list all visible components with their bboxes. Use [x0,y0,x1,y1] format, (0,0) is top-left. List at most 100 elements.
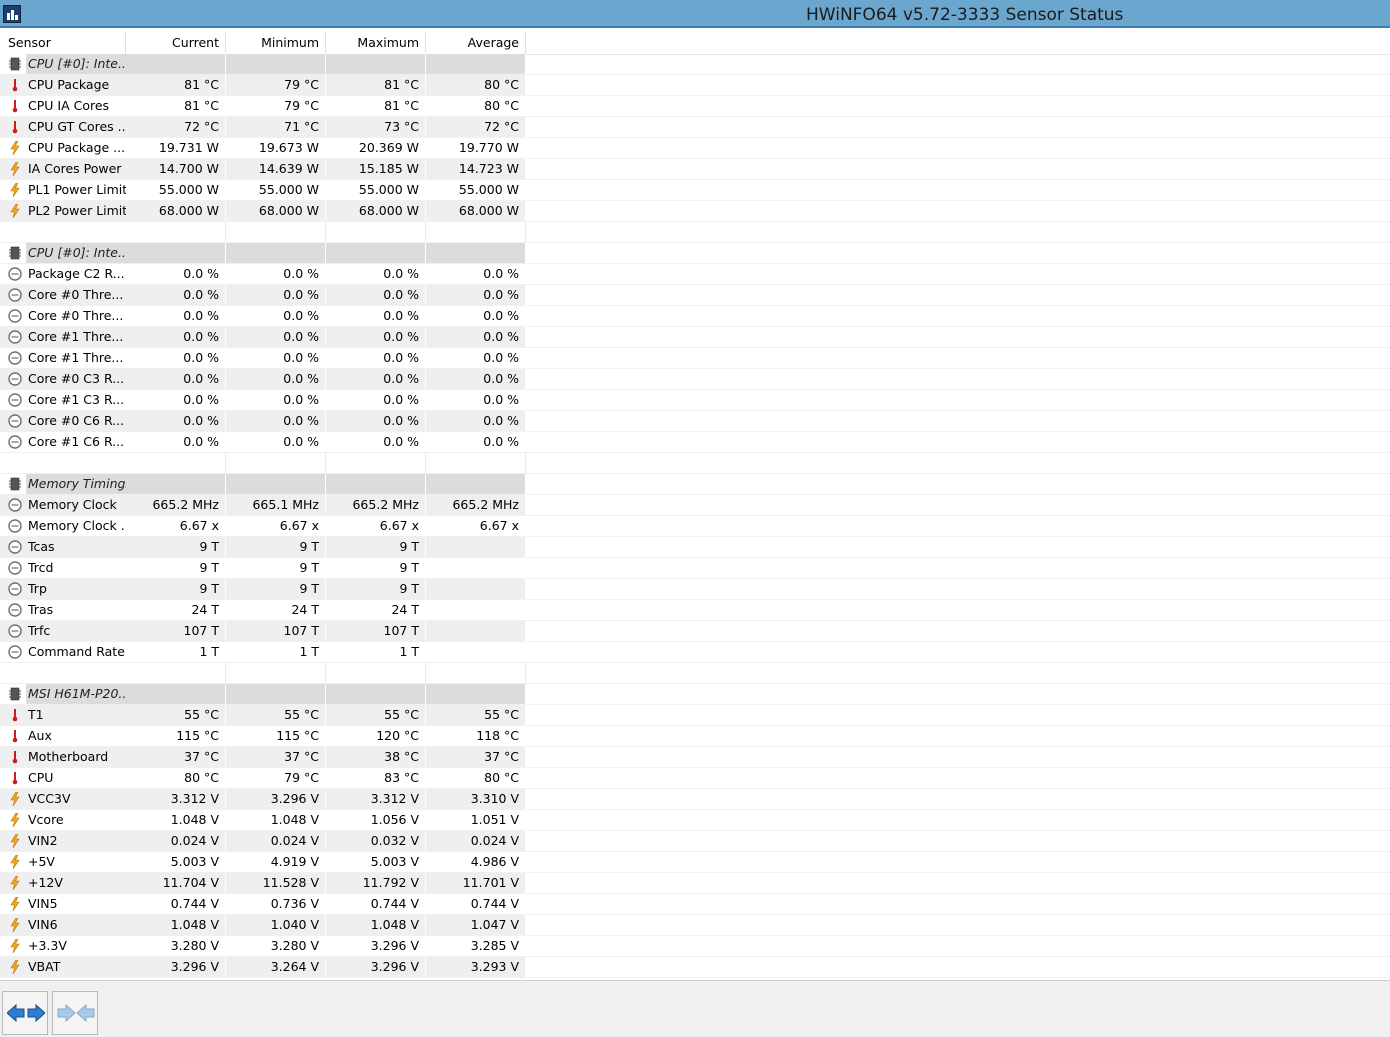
minimum-value: 9 T [226,537,326,557]
sensor-row[interactable]: Trfc 107 T 107 T 107 T [0,621,1390,642]
sensor-row[interactable]: Memory Clock 665.2 MHz 665.1 MHz 665.2 MHz 6… [0,495,1390,516]
column-maximum[interactable]: Maximum [326,32,426,54]
sensor-row[interactable]: T1 55 °C 55 °C 55 °C 55 °C [0,705,1390,726]
sensor-name-cell: VIN2 [0,831,126,851]
maximum-value: 0.0 % [326,285,426,305]
sensor-row[interactable]: PL2 Power Limit 68.000 W 68.000 W 68.000 W6… [0,201,1390,222]
thermometer-icon [12,730,18,743]
sensor-row[interactable]: PL1 Power Limit 55.000 W 55.000 W 55.000 W5… [0,180,1390,201]
minimum-value: 11.528 V [226,873,326,893]
expand-collapse-button[interactable] [2,991,48,1035]
maximum-value: 3.296 V [326,957,426,977]
sensor-row[interactable]: Core #1 C3 R... 0.0 % 0.0 % 0.0 % 0.0 % [0,390,1390,411]
sensor-name-cell: CPU Package ... [0,138,126,158]
column-minimum[interactable]: Minimum [226,32,326,54]
current-value: 80 °C [126,768,226,788]
sensor-row[interactable]: Trp 9 T9 T9 T [0,579,1390,600]
sensor-row[interactable]: Memory Clock ... 6.67 x 6.67 x 6.67 x 6.67 x [0,516,1390,537]
sensor-label: Motherboard [28,749,109,764]
sensor-row[interactable]: Core #1 Thre... 0.0 % 0.0 % 0.0 % 0.0 % [0,327,1390,348]
lightning-icon [10,204,20,218]
current-value: 0.0 % [126,369,226,389]
minimum-value: 79 °C [226,768,326,788]
sensor-label: MSI H61M-P20... [28,686,126,701]
sensor-group-row[interactable]: MSI H61M-P20... [0,684,1390,705]
sensor-row[interactable]: +5V 5.003 V 4.919 V 5.003 V 4.986 V [0,852,1390,873]
sensor-name-cell: Memory Timings [0,474,126,494]
sensor-row[interactable]: CPU Package ... 19.731 W 19.673 W 20.369 W1… [0,138,1390,159]
sensor-row[interactable]: VIN6 1.048 V 1.040 V 1.048 V 1.047 V [0,915,1390,936]
sensor-name-cell: CPU Package [0,75,126,95]
sensor-name-cell: Motherboard [0,747,126,767]
sensor-row[interactable]: Core #0 C3 R... 0.0 % 0.0 % 0.0 % 0.0 % [0,369,1390,390]
current-value: 9 T [126,558,226,578]
column-average[interactable]: Average [426,32,526,54]
lightning-icon [10,855,20,869]
sensor-row[interactable]: CPU Package 81 °C 79 °C 81 °C 80 °C [0,75,1390,96]
clock-icon [8,309,22,323]
maximum-value [326,54,426,74]
average-value: 4.986 V [426,852,526,872]
sensor-row[interactable]: VBAT 3.296 V 3.264 V 3.296 V 3.293 V [0,957,1390,978]
sensor-group-row[interactable]: CPU [#0]: Inte... [0,54,1390,75]
maximum-value: 24 T [326,600,426,620]
column-current[interactable]: Current [126,32,226,54]
spacer-row [0,222,1390,243]
sensor-row[interactable]: CPU GT Cores ... 72 °C 71 °C 73 °C 72 °C [0,117,1390,138]
lightning-icon [10,141,20,155]
clock-icon [8,540,22,554]
sensor-row[interactable]: Vcore 1.048 V 1.048 V 1.056 V 1.051 V [0,810,1390,831]
sensor-row[interactable]: Core #0 C6 R... 0.0 % 0.0 % 0.0 % 0.0 % [0,411,1390,432]
sensor-label: Core #1 C3 R... [28,392,125,407]
sensor-row[interactable]: VIN5 0.744 V 0.736 V 0.744 V 0.744 V [0,894,1390,915]
average-value: 1.051 V [426,810,526,830]
maximum-value [326,453,426,473]
sensor-label: Core #1 C6 R... [28,434,125,449]
current-value: 0.0 % [126,348,226,368]
sensor-label: T1 [28,707,44,722]
sensor-row[interactable]: VIN2 0.024 V 0.024 V 0.032 V 0.024 V [0,831,1390,852]
lightning-icon [10,183,20,197]
sensor-row[interactable]: +12V 11.704 V 11.528 V 11.792 V 11.701 V [0,873,1390,894]
sensor-label: Core #0 C6 R... [28,413,125,428]
clock-icon [8,330,22,344]
sensor-row[interactable]: +3.3V 3.280 V 3.280 V 3.296 V 3.285 V [0,936,1390,957]
spacer-row [0,663,1390,684]
sensor-row[interactable]: Package C2 R... 0.0 % 0.0 % 0.0 % 0.0 % [0,264,1390,285]
clock-icon [8,351,22,365]
sensor-group-row[interactable]: CPU [#0]: Inte... [0,243,1390,264]
reset-layout-button[interactable] [52,991,98,1035]
sensor-row[interactable]: Motherboard 37 °C 37 °C 38 °C 37 °C [0,747,1390,768]
sensor-row[interactable]: Core #1 Thre... 0.0 % 0.0 % 0.0 % 0.0 % [0,348,1390,369]
sensor-row[interactable]: Command Rate 1 T1 T1 T [0,642,1390,663]
minimum-value: 4.919 V [226,852,326,872]
average-value: 3.293 V [426,957,526,977]
sensor-row[interactable]: Core #0 Thre... 0.0 % 0.0 % 0.0 % 0.0 % [0,306,1390,327]
maximum-value: 0.0 % [326,348,426,368]
sensor-name-cell: T1 [0,705,126,725]
sensor-label: Core #1 Thre... [28,350,124,365]
current-value: 0.0 % [126,306,226,326]
minimum-value: 0.0 % [226,411,326,431]
maximum-value [326,663,426,683]
maximum-value: 0.0 % [326,327,426,347]
column-sensor[interactable]: Sensor [0,32,126,54]
maximum-value: 0.0 % [326,432,426,452]
sensor-row[interactable]: IA Cores Power 14.700 W 14.639 W 15.185 W 14… [0,159,1390,180]
sensor-row[interactable]: Tras 24 T 24 T 24 T [0,600,1390,621]
sensor-row[interactable]: VCC3V 3.312 V 3.296 V 3.312 V 3.310 V [0,789,1390,810]
sensor-row[interactable]: Core #0 Thre... 0.0 % 0.0 % 0.0 % 0.0 % [0,285,1390,306]
sensor-row[interactable]: Core #1 C6 R... 0.0 % 0.0 % 0.0 % 0.0 % [0,432,1390,453]
sensor-row[interactable]: CPU IA Cores 81 °C 79 °C 81 °C 80 °C [0,96,1390,117]
sensor-row[interactable]: CPU 80 °C 79 °C 83 °C 80 °C [0,768,1390,789]
sensor-row[interactable]: Aux 115 °C 115 °C 120 °C 118 °C [0,726,1390,747]
minimum-value [226,222,326,242]
sensor-row[interactable]: Tcas 9 T9 T9 T [0,537,1390,558]
sensor-row[interactable]: Trcd 9 T9 T9 T [0,558,1390,579]
current-value [126,453,226,473]
minimum-value: 0.0 % [226,327,326,347]
sensor-group-row[interactable]: Memory Timings [0,474,1390,495]
maximum-value: 1.056 V [326,810,426,830]
clock-icon [8,624,22,638]
sensor-label: Trcd [28,560,54,575]
